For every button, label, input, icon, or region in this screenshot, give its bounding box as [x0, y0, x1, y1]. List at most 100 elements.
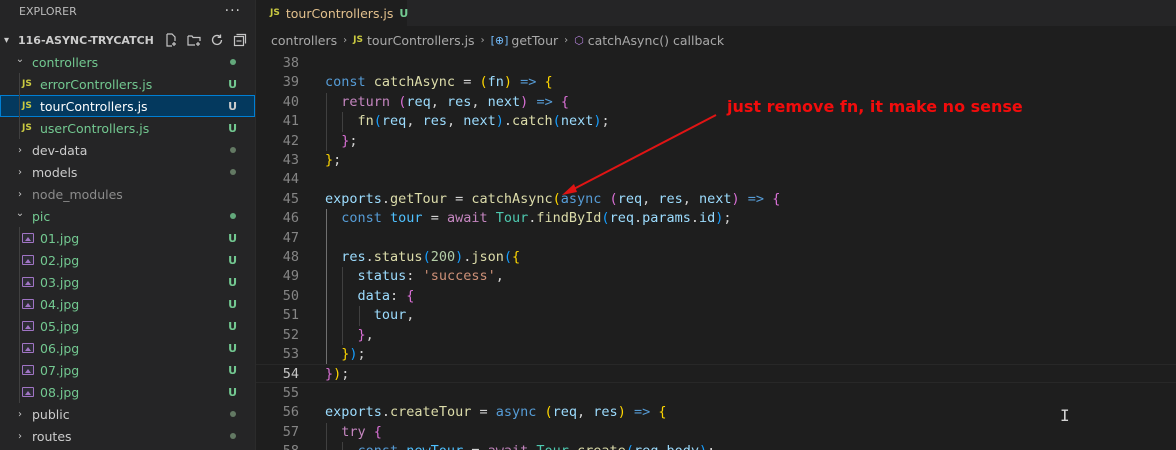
- code-token: ): [731, 190, 740, 207]
- tree-file-tourcontrollers[interactable]: JS tourControllers.js U: [0, 95, 255, 117]
- code-content: };: [325, 132, 357, 151]
- code-line[interactable]: 55: [256, 384, 1176, 403]
- new-file-icon[interactable]: [164, 33, 178, 47]
- js-file-icon: JS: [22, 123, 32, 133]
- code-token: ,: [406, 113, 423, 130]
- workspace-folder-header[interactable]: ▾ 116-ASYNC-TRYCATCH: [0, 29, 255, 51]
- code-token: await: [446, 210, 488, 227]
- breadcrumb-callback[interactable]: catchAsync() callback: [588, 33, 724, 48]
- git-status-dot: [230, 213, 236, 219]
- chevron-right-icon: ›: [480, 34, 485, 46]
- git-status-badge: U: [228, 99, 237, 113]
- explorer-title: EXPLORER: [19, 4, 77, 18]
- tree-folder-dev-data[interactable]: › dev-data: [0, 139, 255, 161]
- code-line[interactable]: 51 tour,: [256, 306, 1176, 325]
- code-token: catchAsync: [373, 74, 456, 91]
- code-token: try: [341, 423, 366, 440]
- tree-folder-node-modules[interactable]: › node_modules: [0, 183, 255, 205]
- tree-item-label: node_modules: [32, 186, 123, 202]
- code-content: };: [325, 151, 341, 170]
- git-status-dot: [230, 411, 236, 417]
- code-token: }: [325, 152, 334, 168]
- code-line[interactable]: 40 return (req, res, next) => {: [256, 93, 1176, 112]
- image-file-icon: [22, 255, 34, 265]
- tree-file-02[interactable]: 02.jpg U: [0, 249, 255, 271]
- code-token: ;: [357, 346, 366, 362]
- tree-file-08[interactable]: 08.jpg U: [0, 381, 255, 403]
- breadcrumb-symbol[interactable]: getTour: [511, 33, 558, 48]
- tree-folder-public[interactable]: › public: [0, 403, 255, 425]
- tree-file-07[interactable]: 07.jpg U: [0, 359, 255, 381]
- tree-file-04[interactable]: 04.jpg U: [0, 293, 255, 315]
- code-token: (: [479, 74, 488, 91]
- code-line[interactable]: 49 status: 'success',: [256, 267, 1176, 286]
- code-token: body: [666, 443, 699, 450]
- code-line[interactable]: 53 });: [256, 345, 1176, 364]
- new-folder-icon[interactable]: [187, 33, 201, 47]
- code-token: exports: [325, 190, 382, 207]
- code-line[interactable]: 44: [256, 170, 1176, 189]
- tree-file-usercontrollers[interactable]: JS userControllers.js U: [0, 117, 255, 139]
- code-token: findById: [536, 210, 602, 227]
- code-line[interactable]: 50 data: {: [256, 287, 1176, 306]
- code-line[interactable]: 47: [256, 229, 1176, 248]
- tree-file-06[interactable]: 06.jpg U: [0, 337, 255, 359]
- code-line[interactable]: 58 const newTour = await Tour.create(req…: [256, 442, 1176, 450]
- code-content: exports.createTour = async (req, res) =>…: [325, 403, 667, 422]
- explorer-sidebar: EXPLORER ··· ▾ 116-ASYNC-TRYCATCH ⌄ contr…: [0, 0, 256, 450]
- code-line[interactable]: 38: [256, 54, 1176, 73]
- breadcrumb-file[interactable]: tourControllers.js: [367, 33, 475, 48]
- more-actions-icon[interactable]: ···: [225, 3, 241, 19]
- code-line[interactable]: 39 const catchAsync = (fn) => {: [256, 73, 1176, 92]
- code-token: .: [381, 190, 391, 207]
- tree-file-01[interactable]: 01.jpg U: [0, 227, 255, 249]
- code-token: ): [503, 74, 512, 91]
- code-line[interactable]: 42 };: [256, 132, 1176, 151]
- git-status-badge: U: [228, 319, 237, 333]
- collapse-all-icon[interactable]: [233, 33, 247, 47]
- code-token: (: [609, 190, 618, 207]
- tab-tourcontrollers[interactable]: JS tourControllers.js U: [256, 0, 408, 26]
- code-line[interactable]: 48 res.status(200).json({: [256, 248, 1176, 267]
- tree-folder-routes[interactable]: › routes: [0, 425, 255, 447]
- code-line[interactable]: 52 },: [256, 326, 1176, 345]
- tree-folder-models[interactable]: › models: [0, 161, 255, 183]
- git-status-badge: U: [228, 275, 237, 289]
- code-token: ): [617, 404, 626, 421]
- code-content: const catchAsync = (fn) => {: [325, 73, 553, 92]
- tab-bar: JS tourControllers.js U: [256, 0, 1176, 26]
- line-number: 53: [282, 346, 299, 362]
- breadcrumb-folder[interactable]: controllers: [271, 33, 337, 48]
- code-line[interactable]: 57 try {: [256, 423, 1176, 442]
- code-line[interactable]: 45 exports.getTour = catchAsync(async (re…: [256, 190, 1176, 209]
- code-line[interactable]: 41 fn(req, res, next).catch(next);: [256, 112, 1176, 131]
- tree-file-05[interactable]: 05.jpg U: [0, 315, 255, 337]
- code-token: async: [560, 190, 602, 207]
- code-line[interactable]: 54});: [256, 364, 1176, 384]
- tree-folder-controllers[interactable]: ⌄ controllers: [0, 51, 255, 73]
- code-line[interactable]: 56 exports.createTour = async (req, res) …: [256, 403, 1176, 422]
- tree-folder-pic[interactable]: ⌄ pic: [0, 205, 255, 227]
- code-token: (: [626, 443, 634, 450]
- code-token: res: [658, 190, 683, 207]
- code-token: catchAsync: [471, 190, 553, 207]
- code-token: {: [772, 190, 781, 207]
- code-token: ): [495, 113, 504, 130]
- tree-file-03[interactable]: 03.jpg U: [0, 271, 255, 293]
- tree-file-errorcontrollers[interactable]: JS errorControllers.js U: [0, 73, 255, 95]
- code-editor[interactable]: 38 39 const catchAsync = (fn) => {40 retur…: [256, 53, 1176, 450]
- code-line[interactable]: 43};: [256, 151, 1176, 170]
- refresh-icon[interactable]: [210, 33, 224, 47]
- code-token: create: [577, 443, 626, 450]
- code-token: ;: [333, 152, 342, 168]
- code-token: {: [373, 423, 382, 440]
- code-line[interactable]: 46 const tour = await Tour. findById(req.…: [256, 209, 1176, 228]
- code-token: return: [341, 93, 391, 110]
